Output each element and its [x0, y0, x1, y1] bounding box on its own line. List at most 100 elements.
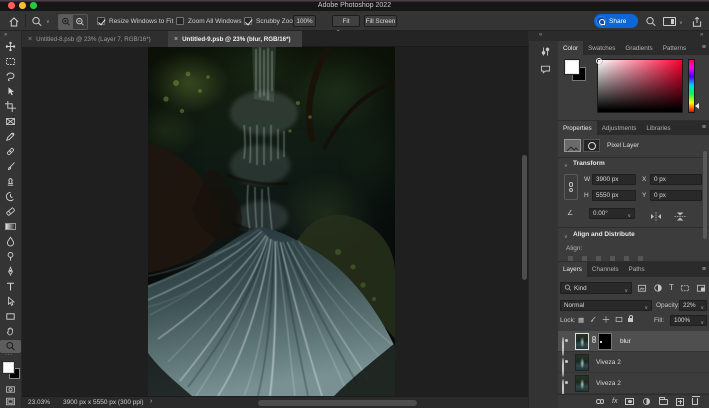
expand-panels-icon[interactable]: «	[539, 32, 542, 38]
align-section-title[interactable]: Align and Distribute	[573, 232, 635, 239]
layer-style-icon[interactable]: fx	[612, 398, 617, 405]
expand-toolbar-icon[interactable]: »	[4, 32, 7, 38]
dodge-tool[interactable]	[0, 250, 21, 263]
transform-section-title[interactable]: Transform	[573, 161, 605, 168]
y-field[interactable]: 0 px	[650, 190, 702, 201]
add-mask-icon[interactable]	[625, 398, 634, 405]
new-group-icon[interactable]	[659, 399, 668, 405]
close-icon[interactable]: ×	[174, 36, 178, 43]
blur-tool[interactable]	[0, 235, 21, 248]
rectangular-marquee-tool[interactable]	[0, 55, 21, 68]
canvas-image[interactable]	[148, 47, 395, 396]
chevron-down-icon[interactable]: ∨	[700, 304, 704, 313]
rotation-field[interactable]: 0.00°∨	[589, 208, 635, 219]
layer-row-viveza-1[interactable]: Viveza 2	[558, 352, 709, 373]
close-icon[interactable]: ×	[28, 36, 32, 43]
properties-scrollbar[interactable]	[703, 151, 707, 239]
tab-layers[interactable]: Layers	[558, 262, 587, 277]
clone-stamp-tool[interactable]	[0, 175, 21, 188]
hand-tool[interactable]	[0, 325, 21, 338]
layer-mask-chip[interactable]	[583, 139, 600, 152]
filter-shape-layers-icon[interactable]	[680, 283, 690, 293]
delete-layer-icon[interactable]	[692, 398, 698, 405]
chevron-down-icon[interactable]: ∨	[564, 234, 568, 240]
panel-menu-icon[interactable]: ≡	[702, 124, 706, 131]
tab-untitled-8[interactable]: × Untitled-8.psb @ 23% (Layer 7, RGB/16*…	[22, 31, 168, 47]
x-field[interactable]: 0 px	[650, 174, 702, 185]
move-tool[interactable]	[0, 40, 21, 53]
hue-slider[interactable]	[688, 59, 695, 113]
new-layer-icon[interactable]	[676, 398, 684, 406]
chevron-down-icon[interactable]: ∨	[624, 287, 628, 296]
new-adjustment-layer-icon[interactable]	[642, 397, 651, 406]
status-options-chevron[interactable]: ›	[150, 398, 152, 405]
fill-screen-button[interactable]: Fill Screen	[364, 15, 397, 27]
height-field[interactable]: 5550 px	[592, 190, 636, 201]
layer-mask-link-icon[interactable]	[592, 336, 596, 343]
fill-select[interactable]: 100% ∨	[670, 315, 707, 326]
object-selection-tool[interactable]	[0, 85, 21, 98]
layer-name[interactable]: Viveza 2	[596, 360, 621, 367]
filter-pixel-layers-icon[interactable]	[637, 283, 647, 293]
collapsed-panel-sliders-icon[interactable]	[535, 43, 555, 59]
scrubby-zoom-checkbox[interactable]	[244, 17, 252, 25]
zoom-percentage[interactable]: 23.03%	[28, 400, 50, 407]
edit-toolbar-ellipsis[interactable]: ···	[5, 352, 13, 358]
filter-adjustment-layers-icon[interactable]	[653, 283, 663, 293]
layer-name[interactable]: Viveza 2	[596, 381, 621, 388]
chevron-down-icon[interactable]: ∨	[627, 212, 631, 221]
collapse-panels-icon[interactable]: »	[700, 32, 703, 38]
hue-slider-marker[interactable]	[695, 103, 699, 109]
comments-panel-icon[interactable]	[535, 61, 555, 77]
width-field[interactable]: 3900 px	[592, 174, 636, 185]
lock-position-icon[interactable]	[602, 315, 610, 324]
layer-row-blur[interactable]: blur	[558, 331, 709, 352]
layer-row-viveza-2[interactable]: Viveza 2	[558, 373, 709, 394]
tab-swatches[interactable]: Swatches	[583, 41, 620, 55]
type-tool[interactable]	[0, 280, 21, 293]
fit-screen-button[interactable]: Fit Screen	[332, 15, 360, 27]
vertical-scrollbar[interactable]	[522, 155, 527, 280]
chevron-down-icon[interactable]: ∨	[700, 319, 704, 328]
opacity-select[interactable]: 22% ∨	[679, 300, 707, 311]
canvas-pasteboard[interactable]	[22, 47, 528, 396]
layer-name[interactable]: blur	[620, 339, 631, 346]
panel-menu-icon[interactable]: ≡	[702, 266, 706, 273]
link-dimensions-icon[interactable]	[564, 174, 578, 200]
tab-untitled-9[interactable]: × Untitled-9.psb @ 23% (blur, RGB/16*)	[168, 31, 302, 47]
tab-libraries[interactable]: Libraries	[641, 121, 675, 135]
tab-patterns[interactable]: Patterns	[658, 41, 691, 55]
chevron-down-icon[interactable]: ∨	[564, 163, 568, 169]
layer-thumbnail-chip[interactable]	[564, 139, 581, 152]
crop-tool[interactable]	[0, 100, 21, 113]
lock-pixels-icon[interactable]	[589, 315, 597, 324]
workspace-switcher-icon[interactable]	[663, 17, 676, 26]
history-brush-tool[interactable]	[0, 190, 21, 203]
flip-vertical-icon[interactable]	[674, 208, 686, 226]
rectangle-tool[interactable]	[0, 310, 21, 323]
tab-paths[interactable]: Paths	[624, 262, 650, 277]
layer-thumbnail[interactable]	[575, 333, 589, 350]
zoom-in-button[interactable]	[59, 15, 73, 29]
panel-menu-icon[interactable]: ≡	[702, 44, 706, 51]
foreground-color-swatch[interactable]	[3, 362, 14, 373]
lock-artboard-icon[interactable]	[615, 315, 623, 324]
eyedropper-tool[interactable]	[0, 130, 21, 143]
color-saturation-field[interactable]	[597, 59, 683, 113]
filter-smart-objects-icon[interactable]	[696, 283, 706, 293]
horizontal-scrollbar[interactable]	[258, 400, 417, 406]
layer-mask-thumbnail[interactable]	[598, 333, 612, 350]
tab-gradients[interactable]: Gradients	[620, 41, 657, 55]
gradient-tool[interactable]	[0, 220, 21, 233]
pen-tool[interactable]	[0, 265, 21, 278]
layer-thumbnail[interactable]	[575, 375, 589, 392]
color-picker-marker[interactable]	[596, 58, 602, 64]
frame-tool[interactable]	[0, 115, 21, 128]
share-button[interactable]: Share	[594, 14, 638, 28]
color-foreground-swatch[interactable]	[565, 60, 579, 74]
filter-type-layers-icon[interactable]: T	[669, 284, 674, 292]
lock-transparency-icon[interactable]: ▦	[578, 316, 584, 324]
tab-channels[interactable]: Channels	[587, 262, 624, 277]
blend-mode-select[interactable]: Normal ∨	[560, 300, 652, 311]
lasso-tool[interactable]	[0, 70, 21, 83]
